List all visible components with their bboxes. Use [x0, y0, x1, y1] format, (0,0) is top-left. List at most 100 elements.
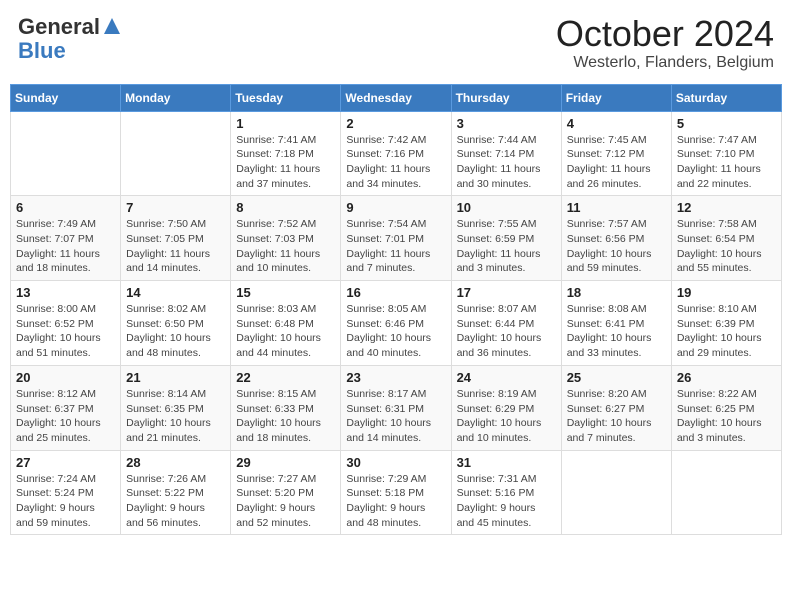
day-number: 4: [567, 116, 666, 131]
day-number: 9: [346, 200, 445, 215]
calendar-week-row: 13 Sunrise: 8:00 AMSunset: 6:52 PMDayligh…: [11, 281, 782, 366]
table-row: 17 Sunrise: 8:07 AMSunset: 6:44 PMDayligh…: [451, 281, 561, 366]
day-number: 15: [236, 285, 335, 300]
day-number: 28: [126, 455, 225, 470]
day-number: 13: [16, 285, 115, 300]
day-number: 11: [567, 200, 666, 215]
table-row: 3 Sunrise: 7:44 AMSunset: 7:14 PMDaylight…: [451, 111, 561, 196]
table-row: 24 Sunrise: 8:19 AMSunset: 6:29 PMDayligh…: [451, 365, 561, 450]
day-number: 2: [346, 116, 445, 131]
table-row: 12 Sunrise: 7:58 AMSunset: 6:54 PMDayligh…: [671, 196, 781, 281]
table-row: 15 Sunrise: 8:03 AMSunset: 6:48 PMDayligh…: [231, 281, 341, 366]
day-detail: Sunrise: 8:12 AMSunset: 6:37 PMDaylight:…: [16, 387, 115, 446]
day-number: 14: [126, 285, 225, 300]
day-detail: Sunrise: 7:27 AMSunset: 5:20 PMDaylight:…: [236, 472, 335, 531]
day-number: 3: [457, 116, 556, 131]
day-detail: Sunrise: 7:58 AMSunset: 6:54 PMDaylight:…: [677, 217, 776, 276]
table-row: 25Sunrise: 8:20 AMSunset: 6:27 PMDayligh…: [561, 365, 671, 450]
day-detail: Sunrise: 7:55 AMSunset: 6:59 PMDaylight:…: [457, 217, 556, 276]
table-row: 30 Sunrise: 7:29 AMSunset: 5:18 PMDayligh…: [341, 450, 451, 535]
day-number: 6: [16, 200, 115, 215]
day-detail: Sunrise: 8:14 AMSunset: 6:35 PMDaylight:…: [126, 387, 225, 446]
day-detail: Sunrise: 8:07 AMSunset: 6:44 PMDaylight:…: [457, 302, 556, 361]
day-detail: Sunrise: 8:22 AMSunset: 6:25 PMDaylight:…: [677, 387, 776, 446]
day-number: 27: [16, 455, 115, 470]
col-sunday: Sunday: [11, 84, 121, 111]
table-row: 5 Sunrise: 7:47 AMSunset: 7:10 PMDaylight…: [671, 111, 781, 196]
day-number: 30: [346, 455, 445, 470]
col-wednesday: Wednesday: [341, 84, 451, 111]
day-detail: Sunrise: 7:24 AMSunset: 5:24 PMDaylight:…: [16, 472, 115, 531]
day-detail: Sunrise: 8:15 AMSunset: 6:33 PMDaylight:…: [236, 387, 335, 446]
day-detail: Sunrise: 7:42 AMSunset: 7:16 PMDaylight:…: [346, 133, 445, 192]
day-detail: Sunrise: 8:03 AMSunset: 6:48 PMDaylight:…: [236, 302, 335, 361]
table-row: [671, 450, 781, 535]
day-number: 7: [126, 200, 225, 215]
day-number: 26: [677, 370, 776, 385]
day-detail: Sunrise: 7:52 AMSunset: 7:03 PMDaylight:…: [236, 217, 335, 276]
day-number: 19: [677, 285, 776, 300]
day-detail: Sunrise: 7:54 AMSunset: 7:01 PMDaylight:…: [346, 217, 445, 276]
table-row: 23Sunrise: 8:17 AMSunset: 6:31 PMDayligh…: [341, 365, 451, 450]
calendar-week-row: 20 Sunrise: 8:12 AMSunset: 6:37 PMDayligh…: [11, 365, 782, 450]
calendar-header-row: Sunday Monday Tuesday Wednesday Thursday…: [11, 84, 782, 111]
day-number: 20: [16, 370, 115, 385]
page-header: General Blue October 2024 Westerlo, Flan…: [10, 10, 782, 76]
day-detail: Sunrise: 7:44 AMSunset: 7:14 PMDaylight:…: [457, 133, 556, 192]
table-row: 18 Sunrise: 8:08 AMSunset: 6:41 PMDayligh…: [561, 281, 671, 366]
day-number: 17: [457, 285, 556, 300]
table-row: 8 Sunrise: 7:52 AMSunset: 7:03 PMDaylight…: [231, 196, 341, 281]
logo-triangle: [104, 18, 120, 34]
day-number: 12: [677, 200, 776, 215]
col-friday: Friday: [561, 84, 671, 111]
table-row: 13 Sunrise: 8:00 AMSunset: 6:52 PMDayligh…: [11, 281, 121, 366]
day-number: 24: [457, 370, 556, 385]
table-row: 29 Sunrise: 7:27 AMSunset: 5:20 PMDayligh…: [231, 450, 341, 535]
day-detail: Sunrise: 7:57 AMSunset: 6:56 PMDaylight:…: [567, 217, 666, 276]
title-block: October 2024 Westerlo, Flanders, Belgium: [556, 14, 774, 72]
calendar-table: Sunday Monday Tuesday Wednesday Thursday…: [10, 84, 782, 536]
day-number: 10: [457, 200, 556, 215]
table-row: 7 Sunrise: 7:50 AMSunset: 7:05 PMDaylight…: [121, 196, 231, 281]
logo-general-text: General: [18, 14, 100, 40]
day-number: 29: [236, 455, 335, 470]
day-number: 8: [236, 200, 335, 215]
day-detail: Sunrise: 7:31 AMSunset: 5:16 PMDaylight:…: [457, 472, 556, 531]
day-number: 25: [567, 370, 666, 385]
table-row: 2 Sunrise: 7:42 AMSunset: 7:16 PMDaylight…: [341, 111, 451, 196]
table-row: [561, 450, 671, 535]
table-row: [11, 111, 121, 196]
day-detail: Sunrise: 8:02 AMSunset: 6:50 PMDaylight:…: [126, 302, 225, 361]
page-title: October 2024: [556, 14, 774, 54]
col-saturday: Saturday: [671, 84, 781, 111]
day-detail: Sunrise: 8:19 AMSunset: 6:29 PMDaylight:…: [457, 387, 556, 446]
day-number: 5: [677, 116, 776, 131]
day-detail: Sunrise: 8:00 AMSunset: 6:52 PMDaylight:…: [16, 302, 115, 361]
col-thursday: Thursday: [451, 84, 561, 111]
table-row: 4Sunrise: 7:45 AMSunset: 7:12 PMDaylight…: [561, 111, 671, 196]
col-monday: Monday: [121, 84, 231, 111]
table-row: 27 Sunrise: 7:24 AMSunset: 5:24 PMDayligh…: [11, 450, 121, 535]
table-row: 14 Sunrise: 8:02 AMSunset: 6:50 PMDayligh…: [121, 281, 231, 366]
day-detail: Sunrise: 8:10 AMSunset: 6:39 PMDaylight:…: [677, 302, 776, 361]
table-row: 28 Sunrise: 7:26 AMSunset: 5:22 PMDayligh…: [121, 450, 231, 535]
table-row: 19 Sunrise: 8:10 AMSunset: 6:39 PMDayligh…: [671, 281, 781, 366]
table-row: 31Sunrise: 7:31 AMSunset: 5:16 PMDayligh…: [451, 450, 561, 535]
day-number: 22: [236, 370, 335, 385]
day-number: 21: [126, 370, 225, 385]
day-detail: Sunrise: 8:05 AMSunset: 6:46 PMDaylight:…: [346, 302, 445, 361]
day-detail: Sunrise: 7:26 AMSunset: 5:22 PMDaylight:…: [126, 472, 225, 531]
day-detail: Sunrise: 7:47 AMSunset: 7:10 PMDaylight:…: [677, 133, 776, 192]
day-detail: Sunrise: 7:50 AMSunset: 7:05 PMDaylight:…: [126, 217, 225, 276]
day-number: 18: [567, 285, 666, 300]
table-row: 9 Sunrise: 7:54 AMSunset: 7:01 PMDaylight…: [341, 196, 451, 281]
day-number: 23: [346, 370, 445, 385]
day-detail: Sunrise: 8:08 AMSunset: 6:41 PMDaylight:…: [567, 302, 666, 361]
table-row: 26 Sunrise: 8:22 AMSunset: 6:25 PMDayligh…: [671, 365, 781, 450]
day-detail: Sunrise: 7:41 AMSunset: 7:18 PMDaylight:…: [236, 133, 335, 192]
location-subtitle: Westerlo, Flanders, Belgium: [556, 54, 774, 72]
day-number: 16: [346, 285, 445, 300]
day-detail: Sunrise: 7:29 AMSunset: 5:18 PMDaylight:…: [346, 472, 445, 531]
table-row: 22 Sunrise: 8:15 AMSunset: 6:33 PMDayligh…: [231, 365, 341, 450]
table-row: 20 Sunrise: 8:12 AMSunset: 6:37 PMDayligh…: [11, 365, 121, 450]
